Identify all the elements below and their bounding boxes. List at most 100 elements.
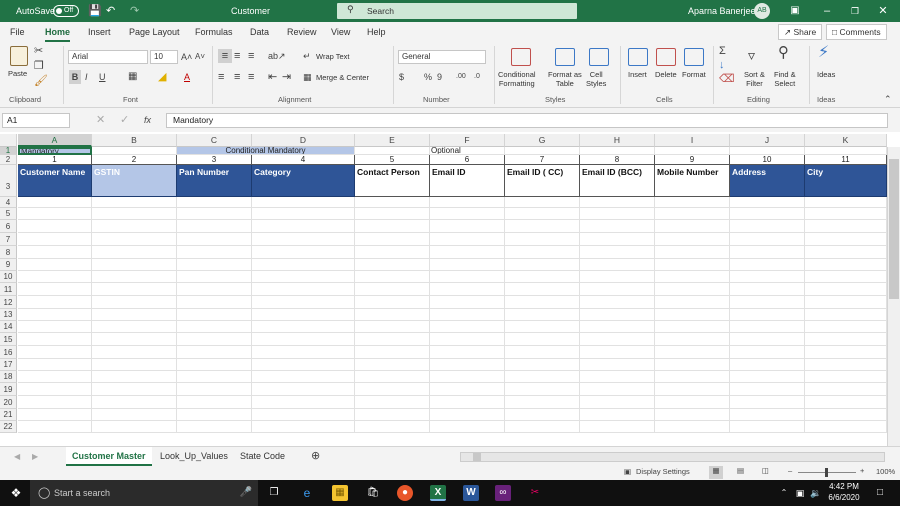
cell-c7[interactable] <box>177 233 252 246</box>
zoom-slider[interactable] <box>798 468 856 477</box>
cell-h1[interactable] <box>580 147 655 155</box>
cell-k17[interactable] <box>805 359 887 371</box>
format-painter-icon[interactable]: 🖌 <box>34 74 48 88</box>
cell-j9[interactable] <box>730 259 805 271</box>
horizontal-scrollbar[interactable] <box>460 452 885 462</box>
restore-icon[interactable]: ❐ <box>840 0 870 22</box>
cell-d3[interactable]: Category <box>252 165 355 197</box>
undo-icon[interactable]: ↶ <box>106 0 115 22</box>
sheet-tab-customer-master[interactable]: Customer Master <box>66 447 152 466</box>
decrease-indent-icon[interactable]: ⇤ <box>268 70 277 84</box>
percent-icon[interactable]: % <box>424 70 432 84</box>
column-header-h[interactable]: H <box>580 134 655 147</box>
cell-f17[interactable] <box>430 359 505 371</box>
tab-view[interactable]: View <box>331 22 350 42</box>
cell-k9[interactable] <box>805 259 887 271</box>
clear-icon[interactable]: ⌫ <box>719 72 735 86</box>
decrease-font-icon[interactable]: A˅ <box>195 50 205 64</box>
cell-i6[interactable] <box>655 220 730 233</box>
cell-c10[interactable] <box>177 271 252 283</box>
cell-k7[interactable] <box>805 233 887 246</box>
insert-function-icon[interactable]: fx <box>144 113 151 127</box>
cell-h15[interactable] <box>580 333 655 346</box>
cell-j1[interactable] <box>730 147 805 155</box>
wrap-text-button[interactable]: Wrap Text <box>316 52 350 61</box>
cell-k13[interactable] <box>805 309 887 321</box>
cell-h2[interactable]: 8 <box>580 155 655 165</box>
formula-input[interactable]: Mandatory <box>166 113 888 128</box>
cell-f10[interactable] <box>430 271 505 283</box>
font-color-icon[interactable]: A <box>184 70 190 84</box>
fill-color-icon[interactable]: ◢ <box>158 70 166 84</box>
cell-f22[interactable] <box>430 421 505 433</box>
cell-h5[interactable] <box>580 208 655 220</box>
cell-f12[interactable] <box>430 296 505 309</box>
microphone-icon[interactable]: 🎤 <box>238 485 254 501</box>
comma-icon[interactable]: 9 <box>437 70 442 84</box>
row-header-8[interactable]: 8 <box>0 246 17 259</box>
row-header-1[interactable]: 1 <box>0 147 17 155</box>
excel-taskbar-icon[interactable]: X <box>430 485 446 501</box>
cell-b20[interactable] <box>92 396 177 409</box>
cell-a9[interactable] <box>18 259 92 271</box>
cell-f20[interactable] <box>430 396 505 409</box>
format-as-table-icon[interactable] <box>555 48 575 66</box>
cell-f15[interactable] <box>430 333 505 346</box>
cell-g2[interactable]: 7 <box>505 155 580 165</box>
tab-file[interactable]: File <box>10 22 25 42</box>
cell-c14[interactable] <box>177 321 252 333</box>
cell-i10[interactable] <box>655 271 730 283</box>
align-top-icon[interactable]: ≡ <box>218 49 232 63</box>
row-header-11[interactable]: 11 <box>0 283 17 296</box>
cell-e22[interactable] <box>355 421 430 433</box>
cell-a21[interactable] <box>18 409 92 421</box>
cell-b13[interactable] <box>92 309 177 321</box>
row-header-20[interactable]: 20 <box>0 396 17 409</box>
merge-icon[interactable]: ▦ <box>303 70 312 84</box>
cell-i2[interactable]: 9 <box>655 155 730 165</box>
firefox-icon[interactable]: ● <box>397 485 413 501</box>
spreadsheet-grid[interactable]: ABCDEFGHIJK 1 2 3 4 5 6 7 8 9 10 11 12 13 14 15 16 17 18 1… <box>0 134 900 446</box>
format-as-table-button[interactable]: Format as Table <box>548 70 582 88</box>
cell-j14[interactable] <box>730 321 805 333</box>
cell-b2[interactable]: 2 <box>92 155 177 165</box>
format-cells-button[interactable]: Format <box>682 70 706 79</box>
cell-j22[interactable] <box>730 421 805 433</box>
page-layout-view-icon[interactable]: ▤ <box>737 466 744 475</box>
conditional-formatting-icon[interactable] <box>511 48 531 66</box>
cell-c22[interactable] <box>177 421 252 433</box>
cell-d11[interactable] <box>252 283 355 296</box>
find-select-icon[interactable]: ⚲ <box>778 45 789 60</box>
column-header-i[interactable]: I <box>655 134 730 147</box>
display-settings-icon[interactable]: ▣ <box>624 467 631 476</box>
name-box[interactable]: A1 <box>2 113 70 128</box>
cell-k22[interactable] <box>805 421 887 433</box>
cell-g12[interactable] <box>505 296 580 309</box>
cell-h16[interactable] <box>580 346 655 359</box>
cell-e20[interactable] <box>355 396 430 409</box>
cell-i14[interactable] <box>655 321 730 333</box>
enter-icon[interactable]: ✓ <box>120 113 129 127</box>
store-icon[interactable]: 🛍 <box>365 485 381 501</box>
cell-b4[interactable] <box>92 197 177 208</box>
cell-i9[interactable] <box>655 259 730 271</box>
windows-start-icon[interactable]: ❖ <box>8 485 24 501</box>
cell-j13[interactable] <box>730 309 805 321</box>
align-right-icon[interactable]: ≡ <box>248 70 254 84</box>
autosave-toggle[interactable]: Off <box>53 5 79 17</box>
cell-k20[interactable] <box>805 396 887 409</box>
cell-g8[interactable] <box>505 246 580 259</box>
cell-k11[interactable] <box>805 283 887 296</box>
cell-b5[interactable] <box>92 208 177 220</box>
clock-date[interactable]: 6/6/2020 <box>826 493 862 502</box>
h-scroll-thumb[interactable] <box>473 453 481 461</box>
cell-b15[interactable] <box>92 333 177 346</box>
cell-c12[interactable] <box>177 296 252 309</box>
cell-f7[interactable] <box>430 233 505 246</box>
cell-styles-icon[interactable] <box>589 48 609 66</box>
column-header-e[interactable]: E <box>355 134 430 147</box>
insert-cells-button[interactable]: Insert <box>628 70 647 79</box>
cell-g18[interactable] <box>505 371 580 383</box>
cell-h3[interactable]: Email ID (BCC) <box>580 165 655 197</box>
column-header-c[interactable]: C <box>177 134 252 147</box>
